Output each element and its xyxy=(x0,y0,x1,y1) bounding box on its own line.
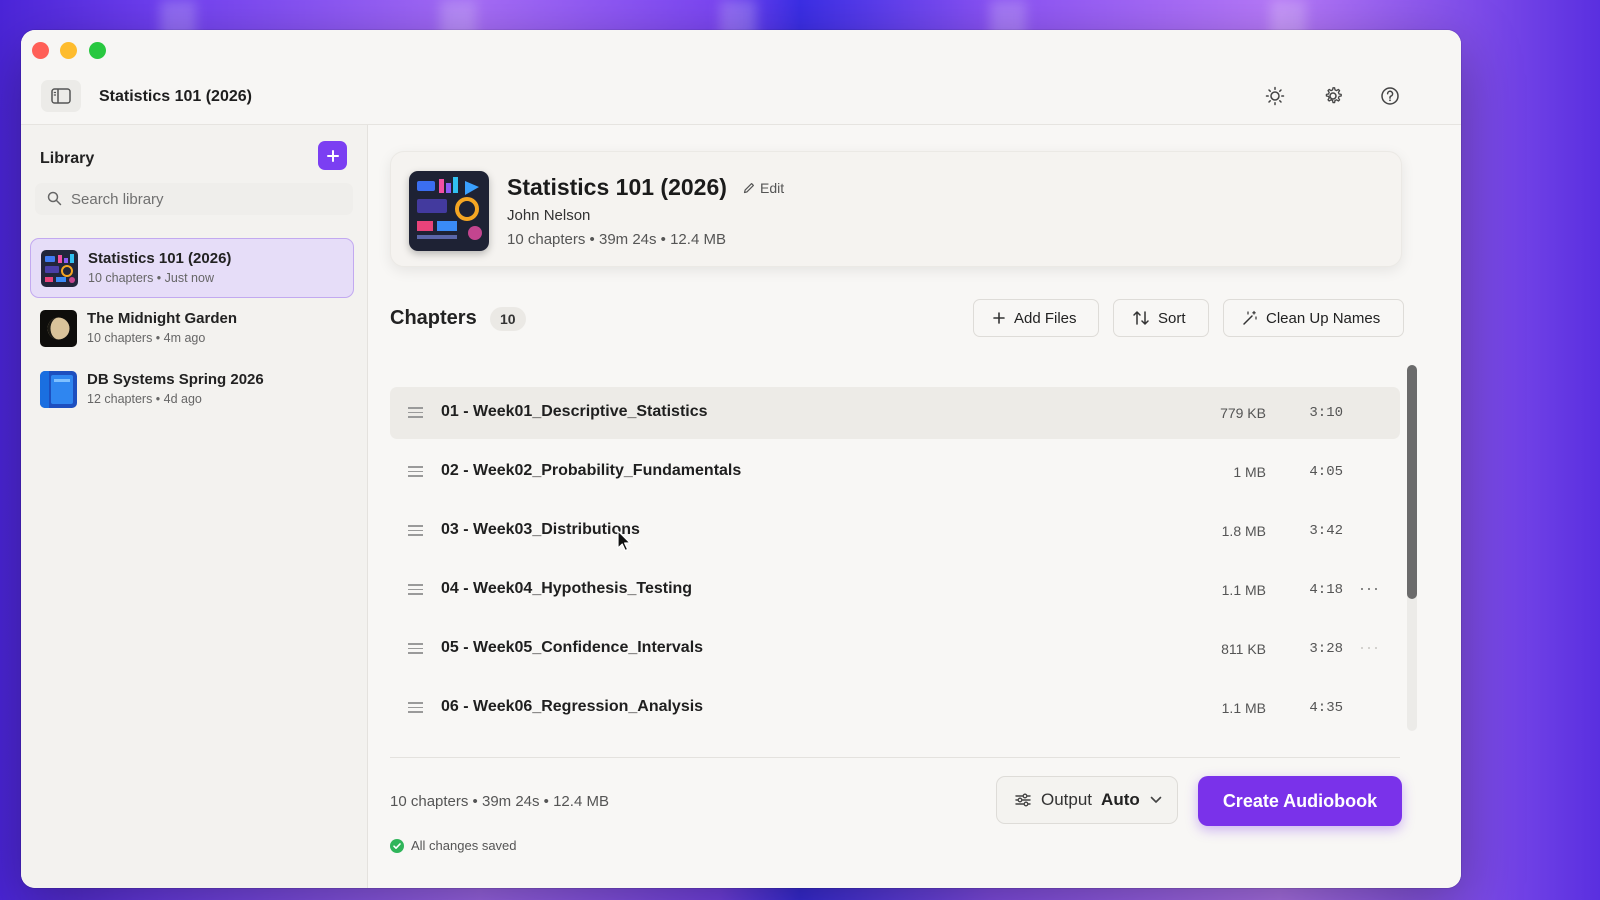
sidebar-toggle-icon xyxy=(51,88,71,104)
chapter-duration: 3:10 xyxy=(1309,405,1343,421)
audiobook-author: John Nelson xyxy=(507,207,591,224)
sun-icon xyxy=(1265,86,1285,106)
plus-icon xyxy=(993,312,1005,324)
output-format-select[interactable]: Output Auto xyxy=(996,776,1178,824)
main-panel: Statistics 101 (2026) Edit John Nelson 1… xyxy=(368,125,1461,888)
audiobook-title: Statistics 101 (2026) xyxy=(507,174,727,200)
sliders-icon xyxy=(1015,793,1031,807)
library-item-name: Statistics 101 (2026) xyxy=(88,250,232,267)
library-item-meta: 10 chapters • 4m ago xyxy=(87,331,206,345)
search-placeholder: Search library xyxy=(71,191,164,208)
save-status-label: All changes saved xyxy=(411,838,517,853)
chapter-list-scrollbar-thumb[interactable] xyxy=(1407,365,1417,599)
stats-cover-thumbnail xyxy=(41,250,78,287)
chapter-row[interactable]: 05 - Week05_Confidence_Intervals 811 KB … xyxy=(390,623,1400,675)
drag-handle-icon[interactable] xyxy=(408,643,423,657)
edit-label: Edit xyxy=(760,180,785,196)
chapter-name: 03 - Week03_Distributions xyxy=(441,521,640,538)
chapter-name: 05 - Week05_Confidence_Intervals xyxy=(441,639,704,656)
mouse-cursor-icon xyxy=(617,530,631,552)
audiobook-cover-image xyxy=(409,171,489,251)
chapter-size: 811 KB xyxy=(1221,641,1266,657)
chapter-row[interactable]: 04 - Week04_Hypothesis_Testing 1.1 MB 4:… xyxy=(390,564,1400,616)
add-library-item-button[interactable] xyxy=(318,141,347,170)
save-status: All changes saved xyxy=(390,838,517,853)
plus-icon xyxy=(326,149,339,162)
chapter-row[interactable]: 01 - Week01_Descriptive_Statistics 779 K… xyxy=(390,387,1400,439)
chapter-duration: 3:28 xyxy=(1309,641,1343,657)
chapter-size: 1.1 MB xyxy=(1221,582,1266,598)
audiobook-stats: 10 chapters • 39m 24s • 12.4 MB xyxy=(507,231,726,248)
drag-handle-icon[interactable] xyxy=(408,584,423,598)
library-item-meta: 12 chapters • 4d ago xyxy=(87,392,202,406)
sort-arrows-icon xyxy=(1133,311,1149,325)
chapter-duration: 4:05 xyxy=(1309,464,1343,480)
title-bar: Statistics 101 (2026) xyxy=(21,30,1461,125)
minimize-window-button[interactable] xyxy=(60,42,77,59)
moon-cover-thumbnail xyxy=(40,310,77,347)
sort-label: Sort xyxy=(1158,309,1186,327)
more-options-button[interactable]: ··· xyxy=(1359,637,1380,658)
zoom-window-button[interactable] xyxy=(89,42,106,59)
search-icon xyxy=(47,191,62,206)
output-label: Output xyxy=(1041,790,1093,809)
checkmark-circle-icon xyxy=(390,838,404,853)
chapter-size: 1.8 MB xyxy=(1221,523,1266,539)
chapters-heading: Chapters xyxy=(390,307,477,329)
library-title: Library xyxy=(40,150,95,167)
library-item-statistics-101[interactable]: Statistics 101 (2026) 10 chapters • Just… xyxy=(30,238,354,298)
output-value: Auto xyxy=(1101,790,1140,809)
library-item-name: DB Systems Spring 2026 xyxy=(87,371,264,388)
magic-wand-icon xyxy=(1243,310,1257,325)
create-audiobook-button[interactable]: Create Audiobook xyxy=(1198,776,1402,826)
chevron-down-icon xyxy=(1150,796,1162,803)
chapter-size: 1 MB xyxy=(1233,464,1266,480)
drag-handle-icon[interactable] xyxy=(408,466,423,480)
more-options-button[interactable]: ··· xyxy=(1359,578,1380,599)
settings-button[interactable] xyxy=(1319,82,1347,110)
close-window-button[interactable] xyxy=(32,42,49,59)
add-files-label: Add Files xyxy=(1014,309,1077,327)
footer-divider xyxy=(390,757,1400,758)
chapter-size: 1.1 MB xyxy=(1221,700,1266,716)
chapter-name: 01 - Week01_Descriptive_Statistics xyxy=(441,403,708,420)
library-item-midnight-garden[interactable]: The Midnight Garden 10 chapters • 4m ago xyxy=(30,299,352,357)
chapter-duration: 3:42 xyxy=(1309,523,1343,539)
chapter-name: 06 - Week06_Regression_Analysis xyxy=(441,698,704,715)
chapter-name: 04 - Week04_Hypothesis_Testing xyxy=(441,580,693,597)
theme-toggle-button[interactable] xyxy=(1261,82,1289,110)
library-search-input[interactable]: Search library xyxy=(35,183,353,215)
sort-button[interactable]: Sort xyxy=(1113,299,1209,337)
help-button[interactable] xyxy=(1376,82,1404,110)
chapter-row[interactable]: 03 - Week03_Distributions 1.8 MB 3:42 xyxy=(390,505,1400,557)
clean-up-names-button[interactable]: Clean Up Names xyxy=(1223,299,1404,337)
chapter-duration: 4:18 xyxy=(1309,582,1343,598)
edit-title-button[interactable]: Edit xyxy=(743,180,784,196)
drag-handle-icon[interactable] xyxy=(408,702,423,716)
sidebar: Library Search library Statistics 101 (2… xyxy=(21,125,368,888)
blue-book-cover-thumbnail xyxy=(40,371,77,408)
audiobook-header-card: Statistics 101 (2026) Edit John Nelson 1… xyxy=(390,151,1402,267)
app-window: Statistics 101 (2026) Library Search lib… xyxy=(21,30,1461,888)
chapter-duration: 4:35 xyxy=(1309,700,1343,716)
library-item-meta: 10 chapters • Just now xyxy=(88,271,214,285)
drag-handle-icon[interactable] xyxy=(408,407,423,421)
chapter-name: 02 - Week02_Probability_Fundamentals xyxy=(441,462,742,479)
pencil-icon xyxy=(743,183,754,194)
chapter-row[interactable]: 02 - Week02_Probability_Fundamentals 1 M… xyxy=(390,446,1400,498)
library-item-name: The Midnight Garden xyxy=(87,310,237,327)
gear-icon xyxy=(1325,87,1342,104)
footer-stats: 10 chapters • 39m 24s • 12.4 MB xyxy=(390,793,609,810)
sidebar-toggle-button[interactable] xyxy=(41,80,81,112)
help-icon xyxy=(1381,87,1399,105)
drag-handle-icon[interactable] xyxy=(408,525,423,539)
library-item-db-systems[interactable]: DB Systems Spring 2026 12 chapters • 4d … xyxy=(30,360,352,418)
clean-up-names-label: Clean Up Names xyxy=(1266,309,1381,327)
chapter-row[interactable]: 06 - Week06_Regression_Analysis 1.1 MB 4… xyxy=(390,682,1400,734)
add-files-button[interactable]: Add Files xyxy=(973,299,1099,337)
window-title: Statistics 101 (2026) xyxy=(99,88,252,105)
chapter-size: 779 KB xyxy=(1220,405,1266,421)
chapters-count-badge: 10 xyxy=(490,307,526,331)
